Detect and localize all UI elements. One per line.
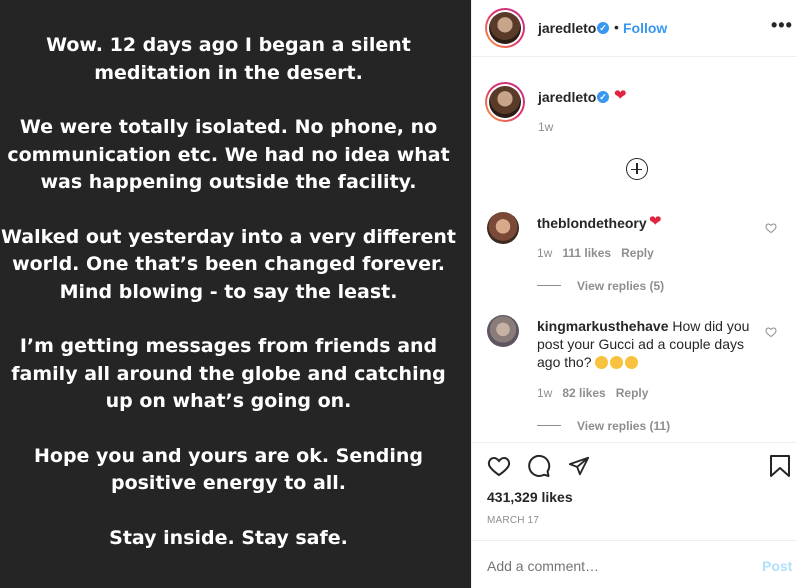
caption-time[interactable]: 1w [538, 120, 553, 134]
verified-icon: ✓ [597, 91, 609, 103]
view-replies-line [537, 425, 561, 426]
paragraph-4: I’m getting messages from friends and fam… [11, 335, 446, 412]
comment-likes[interactable]: 82 likes [562, 386, 605, 400]
paragraph-5: Hope you and yours are ok. Sending positi… [33, 444, 423, 495]
post-image: Wow. 12 days ago I began a silent meditat… [0, 0, 471, 588]
reply-button[interactable]: Reply [616, 386, 649, 400]
share-icon[interactable] [567, 455, 591, 477]
like-comment-icon[interactable] [765, 222, 777, 234]
comment-username[interactable]: theblondetheory [537, 215, 647, 231]
divider [472, 442, 797, 443]
header-avatar[interactable] [485, 8, 525, 48]
thinking-face-icon [595, 356, 609, 369]
red-heart-emoji: ❤ [614, 87, 627, 104]
paragraph-3: Walked out yesterday into a very differe… [1, 225, 456, 303]
comment-meta: 1w 82 likes Reply [537, 386, 648, 400]
reply-button[interactable]: Reply [621, 246, 654, 260]
post-button[interactable]: Post [762, 558, 792, 574]
bookmark-icon[interactable] [769, 454, 791, 478]
follow-button[interactable]: Follow [623, 20, 667, 36]
red-heart-emoji: ❤ [649, 213, 662, 230]
like-comment-icon[interactable] [765, 326, 777, 338]
verified-icon: ✓ [597, 22, 609, 34]
caption-avatar[interactable] [485, 82, 525, 122]
post-text: Wow. 12 days ago I began a silent meditat… [0, 32, 457, 579]
paragraph-6: Stay inside. Stay safe. [109, 526, 348, 549]
view-replies-button[interactable]: View replies (11) [577, 419, 670, 433]
comment-text: kingmarkusthehave How did you post your … [537, 318, 750, 370]
view-replies-button[interactable]: View replies (5) [577, 279, 664, 293]
separator-dot: • [614, 19, 619, 35]
post-header: jaredleto ✓ • Follow ••• [472, 0, 797, 57]
comment-time[interactable]: 1w [537, 246, 552, 260]
comment-icon[interactable] [527, 454, 551, 478]
post-sidebar: jaredleto ✓ • Follow ••• jaredleto ✓ ❤ 1… [471, 0, 797, 588]
header-username[interactable]: jaredleto [538, 20, 596, 36]
divider [472, 540, 797, 541]
comment-meta: 1w 111 likes Reply [537, 246, 654, 260]
view-replies-line [537, 285, 561, 286]
comment-avatar[interactable] [487, 315, 519, 347]
comment-avatar[interactable] [487, 212, 519, 244]
post-date[interactable]: MARCH 17 [487, 515, 539, 526]
comment-likes[interactable]: 111 likes [562, 246, 611, 260]
add-comment-input[interactable] [487, 556, 737, 576]
plus-circle-icon[interactable] [626, 158, 648, 180]
like-icon[interactable] [486, 454, 512, 478]
thinking-face-icon [610, 356, 624, 369]
thinking-face-icon [625, 356, 639, 369]
paragraph-1: Wow. 12 days ago I began a silent meditat… [46, 34, 411, 84]
likes-count[interactable]: 431,329 likes [487, 489, 573, 505]
comment-time[interactable]: 1w [537, 386, 552, 400]
caption-username[interactable]: jaredleto [538, 89, 596, 105]
more-options-icon[interactable]: ••• [771, 15, 793, 36]
paragraph-2: We were totally isolated. No phone, no co… [7, 116, 450, 193]
comment-username[interactable]: kingmarkusthehave [537, 318, 669, 334]
